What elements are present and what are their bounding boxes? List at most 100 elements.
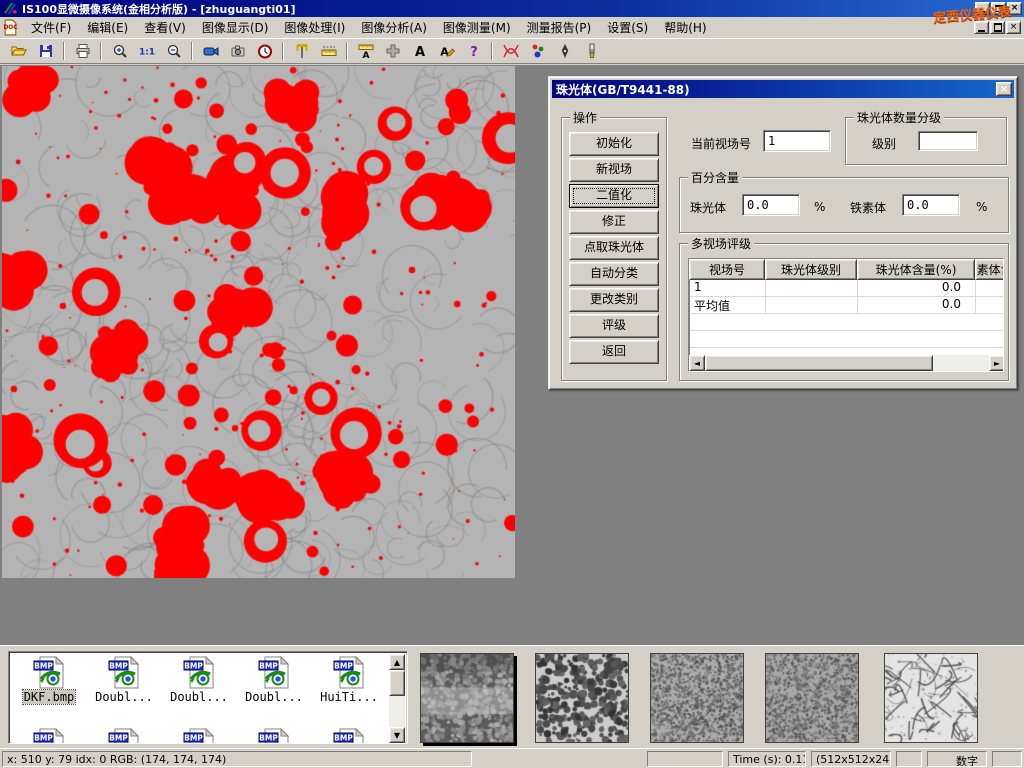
classify-particles-icon[interactable] (525, 40, 550, 62)
thumbnail-3[interactable] (650, 653, 744, 743)
merge-grid-icon[interactable] (380, 40, 405, 62)
menu-file[interactable]: 文件(F) (23, 17, 79, 38)
scroll-up-icon[interactable]: ▲ (389, 654, 405, 670)
file-item[interactable]: HuiTi... (313, 656, 385, 704)
thumbnail-5[interactable] (884, 653, 978, 743)
rating-table-header: 视场号 珠光体级别 珠光体含量(%) 铁素体含量(%) (689, 259, 1003, 280)
menu-image-processing[interactable]: 图像处理(I) (276, 17, 353, 38)
file-item[interactable]: DKF.bmp (13, 656, 85, 704)
new-field-button[interactable]: 新视场 (569, 158, 659, 182)
file-item[interactable] (313, 728, 385, 743)
file-item[interactable]: Doubl... (163, 656, 235, 704)
menu-image-display[interactable]: 图像显示(D) (194, 17, 277, 38)
file-item[interactable] (13, 728, 85, 743)
ferrite-label: 铁素体 (850, 199, 886, 216)
menu-settings[interactable]: 设置(S) (599, 17, 656, 38)
header-ferrite-content[interactable]: 铁素体含量(%) (975, 259, 1004, 280)
pick-pen-icon[interactable] (552, 40, 577, 62)
auto-classify-button[interactable]: 自动分类 (569, 262, 659, 286)
open-file-icon[interactable] (6, 40, 31, 62)
current-field-input[interactable] (763, 130, 831, 152)
ruler-icon[interactable] (316, 40, 341, 62)
header-pearlite-grade[interactable]: 珠光体级别 (765, 259, 857, 280)
svg-text:A: A (440, 46, 449, 59)
rate-button[interactable]: 评级 (569, 314, 659, 338)
file-name: DKF.bmp (23, 690, 76, 704)
print-icon[interactable] (70, 40, 95, 62)
menu-help[interactable]: 帮助(H) (656, 17, 714, 38)
thumbnail-1[interactable] (420, 653, 514, 743)
ferrite-percent-sign: % (976, 200, 987, 214)
cell-field-no: 1 (690, 280, 766, 296)
status-empty-panel (896, 751, 922, 767)
paint-brush-icon[interactable] (579, 40, 604, 62)
app-icon (3, 1, 18, 16)
grade-input[interactable] (918, 131, 978, 151)
percent-group: 百分含量 珠光体 % 铁素体 % (679, 177, 1009, 233)
file-item[interactable] (238, 728, 310, 743)
save-icon[interactable] (33, 40, 58, 62)
video-capture-icon[interactable] (198, 40, 223, 62)
scroll-down-icon[interactable]: ▼ (389, 727, 405, 743)
actual-size-icon[interactable]: 1:1 (134, 40, 159, 62)
table-row-empty (690, 314, 1003, 331)
thumbnail-4[interactable] (765, 653, 859, 743)
timer-icon[interactable] (252, 40, 277, 62)
menu-edit[interactable]: 编辑(E) (79, 17, 136, 38)
status-empty-panel (647, 751, 723, 767)
toolbar-separator (63, 42, 65, 60)
bmp-file-icon (258, 728, 291, 743)
mdi-restore-button[interactable] (990, 21, 1005, 34)
mdi-minimize-button[interactable] (974, 21, 989, 34)
zoom-out-icon[interactable] (161, 40, 186, 62)
hscroll-thumb[interactable] (705, 355, 933, 371)
init-button[interactable]: 初始化 (569, 132, 659, 156)
metallograph-image[interactable] (2, 66, 515, 578)
vscroll-thumb[interactable] (389, 670, 405, 696)
header-field-no[interactable]: 视场号 (689, 259, 765, 280)
caliper-icon[interactable] (289, 40, 314, 62)
menu-measure-report[interactable]: 测量报告(P) (519, 17, 600, 38)
ferrite-percent-input[interactable] (902, 194, 960, 216)
pick-pearlite-button[interactable]: 点取珠光体 (569, 236, 659, 260)
edit-text-icon[interactable]: A (434, 40, 459, 62)
pearlite-percent-input[interactable] (742, 194, 800, 216)
header-pearlite-content[interactable]: 珠光体含量(%) (857, 259, 975, 280)
file-item[interactable]: Doubl... (238, 656, 310, 704)
operations-group-label: 操作 (570, 109, 600, 126)
table-row[interactable]: 平均值 0.0 (690, 297, 1003, 314)
dialog-close-icon[interactable]: × (996, 82, 1012, 96)
file-item[interactable] (163, 728, 235, 743)
menu-image-measure[interactable]: 图像测量(M) (435, 17, 519, 38)
status-mode: 数字 (927, 751, 987, 767)
table-hscrollbar[interactable]: ◄ ► (689, 355, 1004, 371)
table-row[interactable]: 1 0.0 (690, 280, 1003, 297)
file-vscrollbar[interactable]: ▲ ▼ (389, 654, 405, 743)
file-name: Doubl... (94, 690, 154, 704)
file-item[interactable] (88, 728, 160, 743)
status-resolution: (512x512x24) (811, 751, 891, 767)
help-icon[interactable]: ? (461, 40, 486, 62)
svg-text:A: A (362, 51, 369, 59)
scroll-right-icon[interactable]: ► (989, 355, 1004, 371)
measure-annotate-icon[interactable]: A (353, 40, 378, 62)
calibration-curve-icon[interactable] (498, 40, 523, 62)
toolbar-separator (282, 42, 284, 60)
change-class-button[interactable]: 更改类别 (569, 288, 659, 312)
table-row-empty (690, 331, 1003, 348)
thumbnail-2[interactable] (535, 653, 629, 743)
binarize-button[interactable]: 二值化 (569, 184, 659, 208)
return-button[interactable]: 返回 (569, 340, 659, 364)
zoom-in-icon[interactable] (107, 40, 132, 62)
file-item[interactable]: Doubl... (88, 656, 160, 704)
correct-button[interactable]: 修正 (569, 210, 659, 234)
scroll-left-icon[interactable]: ◄ (689, 355, 705, 371)
menu-image-analysis[interactable]: 图像分析(A) (353, 17, 435, 38)
mdi-close-button[interactable]: × (1006, 21, 1021, 34)
dialog-title-bar[interactable]: 珠光体(GB/T9441-88) × (552, 80, 1014, 98)
camera-capture-icon[interactable] (225, 40, 250, 62)
insert-text-icon[interactable]: A (407, 40, 432, 62)
toolbar-separator (491, 42, 493, 60)
menu-view[interactable]: 查看(V) (136, 17, 194, 38)
rating-table: 视场号 珠光体级别 珠光体含量(%) 铁素体含量(%) 1 0.0 平均值 0.… (688, 258, 1004, 372)
